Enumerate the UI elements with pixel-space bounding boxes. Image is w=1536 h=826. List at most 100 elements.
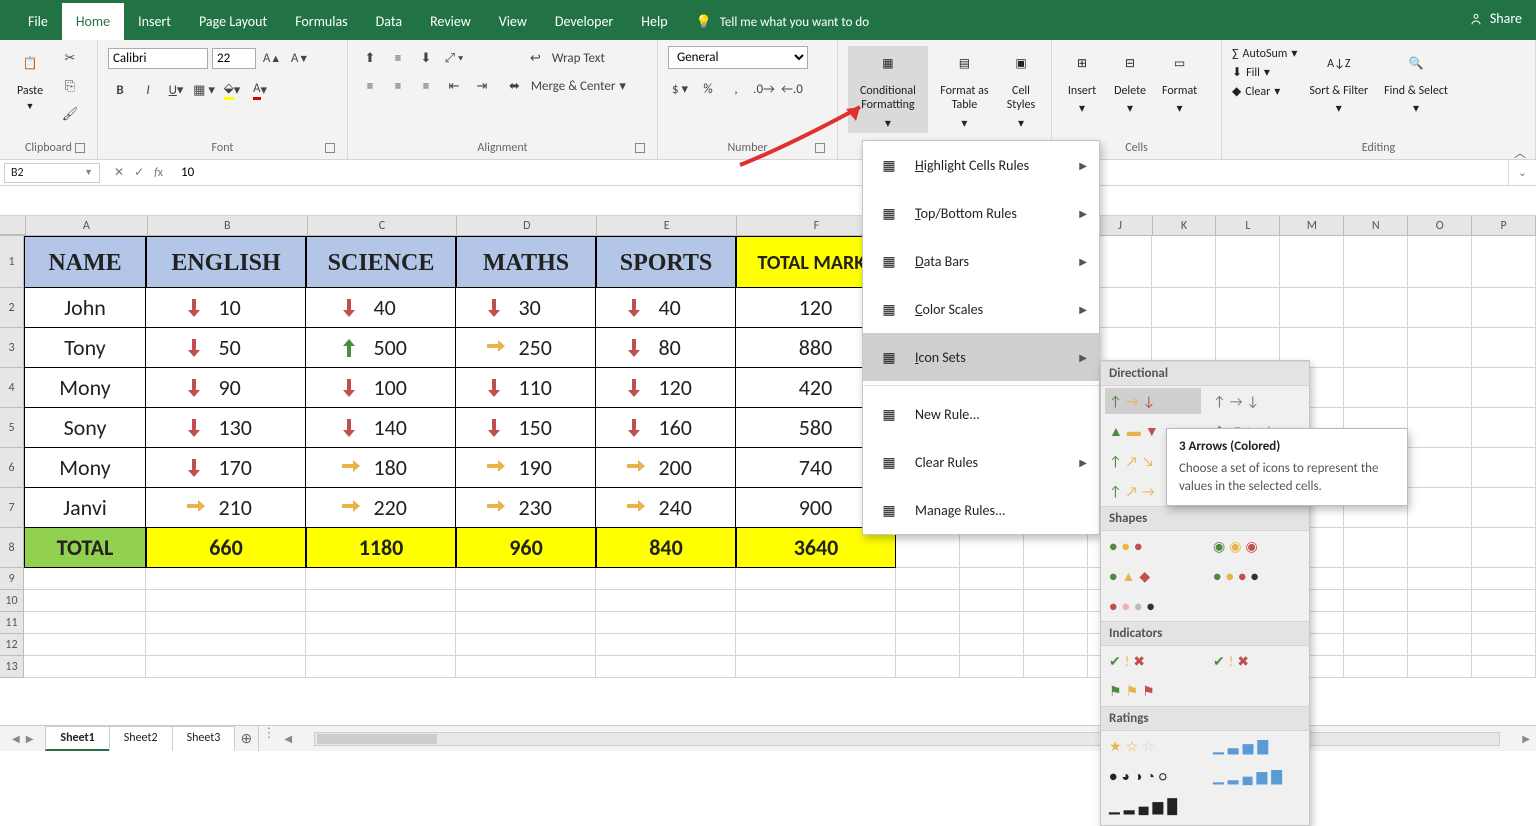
cell[interactable] [1024, 634, 1088, 656]
cell-value[interactable]: 500 [306, 328, 456, 368]
cell[interactable] [24, 568, 146, 590]
cell[interactable] [1472, 612, 1536, 634]
sheet-nav-prev[interactable]: ◀ [12, 732, 20, 745]
delete-cells-button[interactable]: ⊟Delete ▾ [1110, 46, 1150, 119]
sheet-nav-next[interactable]: ▶ [26, 732, 34, 745]
paste-button[interactable]: 📋 Paste ▼ [10, 46, 50, 115]
iconset-3-stars[interactable]: ★☆☆ [1105, 733, 1201, 759]
cell[interactable] [736, 634, 896, 656]
cell[interactable] [736, 590, 896, 612]
iconset-3-arrows-colored[interactable]: ↑→↓ [1105, 388, 1201, 414]
percent-format-button[interactable]: % [696, 77, 720, 101]
format-painter-button[interactable]: 🖌 [58, 102, 82, 126]
cell[interactable] [456, 634, 596, 656]
conditional-formatting-button[interactable]: ▦ Conditional Formatting ▾ [848, 46, 928, 133]
cell[interactable] [1408, 590, 1472, 612]
row-header-9[interactable]: 9 [0, 568, 24, 590]
cell-value[interactable]: 50 [146, 328, 306, 368]
cell[interactable] [596, 612, 736, 634]
cell-value[interactable]: 110 [456, 368, 596, 408]
cell[interactable] [1472, 288, 1536, 328]
horizontal-scrollbar[interactable] [314, 732, 1500, 746]
alignment-dialog-launcher[interactable] [635, 143, 645, 153]
cell[interactable] [1408, 528, 1472, 568]
align-center-button[interactable]: ≡ [386, 74, 410, 98]
tab-review[interactable]: Review [416, 3, 485, 40]
hscroll-right[interactable]: ▶ [1516, 732, 1536, 745]
cell-name[interactable]: Tony [24, 328, 146, 368]
align-bottom-button[interactable]: ⬇ [414, 46, 438, 70]
align-right-button[interactable]: ≡ [414, 74, 438, 98]
align-left-button[interactable]: ≡ [358, 74, 382, 98]
cell[interactable] [456, 590, 596, 612]
cell[interactable] [1472, 236, 1536, 288]
tab-page-layout[interactable]: Page Layout [185, 3, 281, 40]
enter-formula-icon[interactable]: ✓ [134, 165, 144, 180]
iconset-3-traffic-lights[interactable]: ●●● [1105, 533, 1201, 559]
cell[interactable] [1344, 568, 1408, 590]
cell-name[interactable]: Sony [24, 408, 146, 448]
format-cells-button[interactable]: ▭Format ▾ [1158, 46, 1201, 119]
cell[interactable] [596, 590, 736, 612]
cell[interactable] [1408, 568, 1472, 590]
cf-manage-rules[interactable]: ▦Manage Rules... [863, 486, 1099, 534]
cell[interactable] [1152, 236, 1216, 288]
cell-value[interactable]: 10 [146, 288, 306, 328]
font-name-input[interactable] [108, 48, 208, 69]
copy-button[interactable]: ⎘ [58, 74, 82, 98]
cell[interactable] [736, 568, 896, 590]
cell-value[interactable]: 40 [596, 288, 736, 328]
cell[interactable] [1344, 528, 1408, 568]
col-header-L[interactable]: L [1216, 216, 1280, 235]
cell-value[interactable]: 220 [306, 488, 456, 528]
cell[interactable] [1408, 634, 1472, 656]
row-header-4[interactable]: 4 [0, 368, 24, 408]
font-dialog-launcher[interactable] [325, 143, 335, 153]
cell[interactable] [1408, 368, 1472, 408]
cell-value[interactable]: 150 [456, 408, 596, 448]
sheet-tab-sheet1[interactable]: Sheet1 [45, 726, 109, 751]
cell-value[interactable]: 200 [596, 448, 736, 488]
cell[interactable] [1472, 448, 1536, 488]
row-header-12[interactable]: 12 [0, 634, 24, 656]
cell[interactable] [1344, 612, 1408, 634]
cell[interactable] [146, 634, 306, 656]
cell[interactable] [1408, 328, 1472, 368]
cell[interactable] [896, 656, 960, 678]
cell-value[interactable]: 240 [596, 488, 736, 528]
col-header-P[interactable]: P [1472, 216, 1536, 235]
cell[interactable] [896, 612, 960, 634]
decrease-indent-button[interactable]: ⇤ [442, 74, 466, 98]
cell[interactable] [1408, 448, 1472, 488]
sheet-tab-sheet3[interactable]: Sheet3 [172, 726, 236, 751]
cell[interactable] [1408, 288, 1472, 328]
iconset-3-traffic-rimmed[interactable]: ◉◉◉ [1209, 533, 1305, 559]
row-header-8[interactable]: 8 [0, 528, 24, 568]
tab-developer[interactable]: Developer [541, 3, 627, 40]
table-header[interactable]: SPORTS [596, 236, 736, 288]
decrease-font-button[interactable]: A▼ [288, 46, 312, 70]
iconset-3-flags[interactable]: ⚑⚑⚑ [1105, 678, 1201, 704]
col-header-N[interactable]: N [1344, 216, 1408, 235]
cell[interactable] [1344, 368, 1408, 408]
cell[interactable] [1024, 656, 1088, 678]
cell[interactable] [24, 634, 146, 656]
cell-name[interactable]: Mony [24, 368, 146, 408]
borders-button[interactable]: ▦ ▾ [192, 78, 216, 102]
decrease-decimal-button[interactable]: ←.0 [780, 77, 804, 101]
cell[interactable] [1344, 288, 1408, 328]
cell[interactable] [1024, 568, 1088, 590]
cf-new-rule[interactable]: ▦New Rule... [863, 390, 1099, 438]
cell[interactable] [146, 590, 306, 612]
cell-name[interactable]: Janvi [24, 488, 146, 528]
cell[interactable] [24, 590, 146, 612]
share-button[interactable]: Share [1468, 10, 1522, 27]
cell-total-col[interactable]: 840 [596, 528, 736, 568]
cell-total-col[interactable]: 1180 [306, 528, 456, 568]
cell[interactable] [1472, 590, 1536, 612]
iconset-3-symbols-circled[interactable]: ✔!✖ [1105, 648, 1201, 674]
tab-data[interactable]: Data [362, 3, 416, 40]
cell[interactable] [146, 568, 306, 590]
tell-me[interactable]: 💡 Tell me what you want to do [696, 15, 870, 40]
iconset-5-quarters[interactable]: ●◕◑◔○ [1105, 763, 1201, 789]
